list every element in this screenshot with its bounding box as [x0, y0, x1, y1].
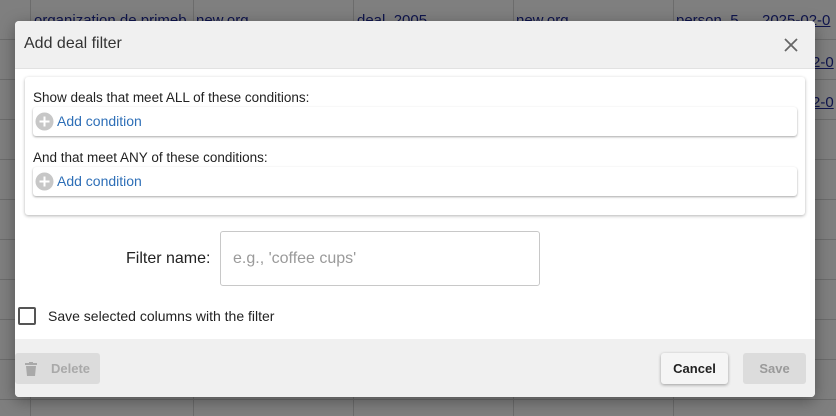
- save-columns-option: Save selected columns with the filter: [18, 307, 274, 325]
- any-conditions-label: And that meet ANY of these conditions:: [33, 150, 268, 165]
- save-columns-checkbox[interactable]: [18, 307, 36, 325]
- delete-button[interactable]: Delete: [15, 353, 100, 384]
- conditions-panel: Show deals that meet ALL of these condit…: [25, 77, 805, 215]
- close-icon[interactable]: [781, 35, 801, 55]
- plus-circle-icon: [35, 112, 54, 131]
- filter-name-input[interactable]: [220, 231, 540, 286]
- trash-icon: [24, 361, 37, 376]
- delete-button-label: Delete: [50, 361, 91, 376]
- add-condition-label: Add condition: [57, 113, 142, 129]
- add-deal-filter-dialog: Add deal filter Show deals that meet ALL…: [15, 21, 815, 397]
- dialog-header: Add deal filter: [15, 21, 815, 69]
- save-button[interactable]: Save: [743, 353, 806, 384]
- dialog-title: Add deal filter: [24, 35, 122, 52]
- all-conditions-box: Add condition: [33, 107, 797, 136]
- save-columns-label: Save selected columns with the filter: [48, 308, 275, 324]
- cancel-button[interactable]: Cancel: [661, 353, 728, 384]
- any-conditions-box: Add condition: [33, 167, 797, 196]
- add-condition-label: Add condition: [57, 173, 142, 189]
- dialog-footer: Delete Cancel Save: [15, 339, 815, 397]
- add-any-condition-button[interactable]: Add condition: [35, 169, 142, 193]
- all-conditions-label: Show deals that meet ALL of these condit…: [33, 90, 310, 105]
- add-all-condition-button[interactable]: Add condition: [35, 109, 142, 133]
- plus-circle-icon: [35, 172, 54, 191]
- filter-name-label: Filter name:: [126, 250, 211, 267]
